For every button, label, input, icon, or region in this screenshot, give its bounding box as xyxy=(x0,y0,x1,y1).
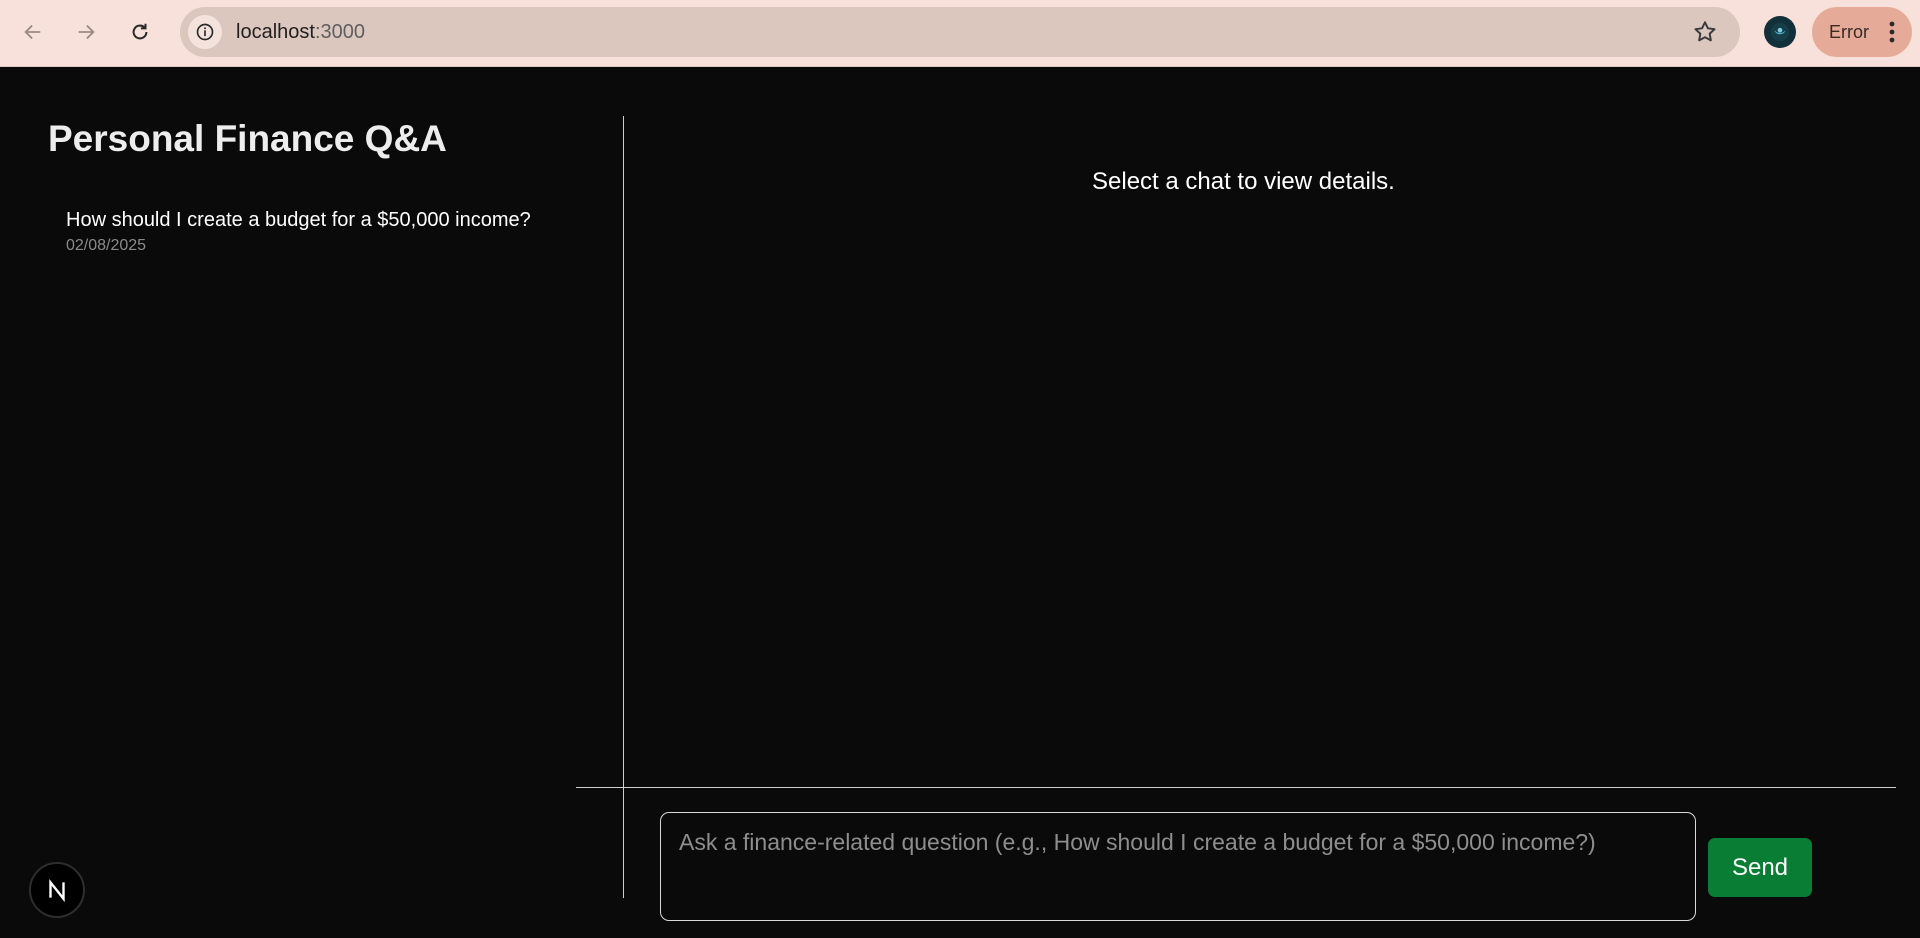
bookmark-star-icon[interactable] xyxy=(1692,19,1718,45)
url-port: :3000 xyxy=(314,21,365,43)
question-input[interactable] xyxy=(660,812,1696,921)
reload-icon[interactable] xyxy=(122,14,158,50)
sidebar-divider xyxy=(623,116,624,898)
url-text[interactable]: localhost:3000 xyxy=(236,21,365,43)
address-bar[interactable]: localhost:3000 xyxy=(180,7,1740,57)
url-host: localhost xyxy=(236,21,315,43)
profile-error-button[interactable]: Error xyxy=(1812,7,1912,57)
forward-arrow-icon[interactable] xyxy=(68,14,104,50)
chat-date: 02/08/2025 xyxy=(66,237,147,254)
chat-question: How should I create a budget for a $50,0… xyxy=(66,209,531,231)
profile-avatar-icon[interactable] xyxy=(1764,16,1796,48)
more-vert-icon[interactable] xyxy=(1882,20,1902,44)
back-arrow-icon[interactable] xyxy=(15,14,51,50)
input-divider xyxy=(576,787,1896,788)
empty-state-message: Select a chat to view details. xyxy=(1092,168,1395,195)
page-title: Personal Finance Q&A xyxy=(48,118,447,159)
site-info-icon[interactable] xyxy=(188,15,222,49)
nextjs-logo-icon[interactable] xyxy=(29,862,85,918)
browser-toolbar: localhost:3000 Error xyxy=(0,0,1920,67)
send-button[interactable]: Send xyxy=(1708,838,1812,897)
chat-list-item[interactable]: How should I create a budget for a $50,0… xyxy=(66,208,586,255)
error-label: Error xyxy=(1829,22,1869,42)
